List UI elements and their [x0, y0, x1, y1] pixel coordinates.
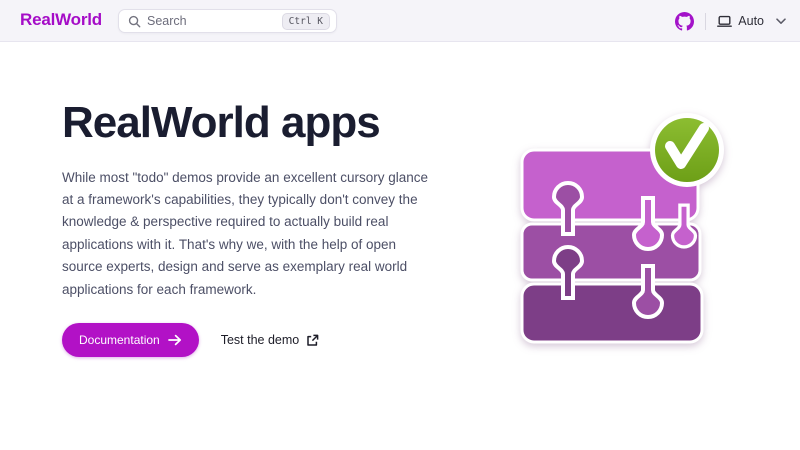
realworld-puzzle-logo	[518, 112, 728, 355]
theme-switcher-label: Auto	[738, 14, 764, 28]
page-title: RealWorld apps	[62, 98, 522, 149]
test-demo-label: Test the demo	[221, 333, 300, 347]
hero-section: RealWorld apps While most "todo" demos p…	[62, 98, 522, 357]
test-demo-link[interactable]: Test the demo	[221, 333, 320, 347]
theme-switcher[interactable]: Auto	[717, 14, 786, 28]
github-icon[interactable]	[675, 12, 694, 31]
arrow-right-icon	[168, 334, 182, 346]
header-divider	[705, 13, 706, 30]
hero-description: While most "todo" demos provide an excel…	[62, 167, 522, 301]
search-input[interactable]	[147, 14, 276, 28]
external-link-icon	[306, 334, 319, 347]
header-right-group: Auto	[675, 0, 786, 42]
search-shortcut-badge: Ctrl K	[282, 13, 330, 30]
site-logo[interactable]: RealWorld	[20, 10, 102, 30]
page: RealWorld Ctrl K	[0, 0, 800, 450]
documentation-button-label: Documentation	[79, 333, 160, 347]
green-check-badge	[650, 113, 724, 187]
documentation-button[interactable]: Documentation	[62, 323, 199, 357]
laptop-icon	[717, 15, 732, 28]
chevron-down-icon	[776, 18, 786, 25]
site-header: RealWorld Ctrl K	[0, 0, 800, 42]
search-bar[interactable]: Ctrl K	[118, 9, 337, 33]
puzzle-row-bottom	[522, 284, 702, 342]
cta-row: Documentation Test the demo	[62, 323, 522, 357]
search-icon	[128, 15, 141, 28]
